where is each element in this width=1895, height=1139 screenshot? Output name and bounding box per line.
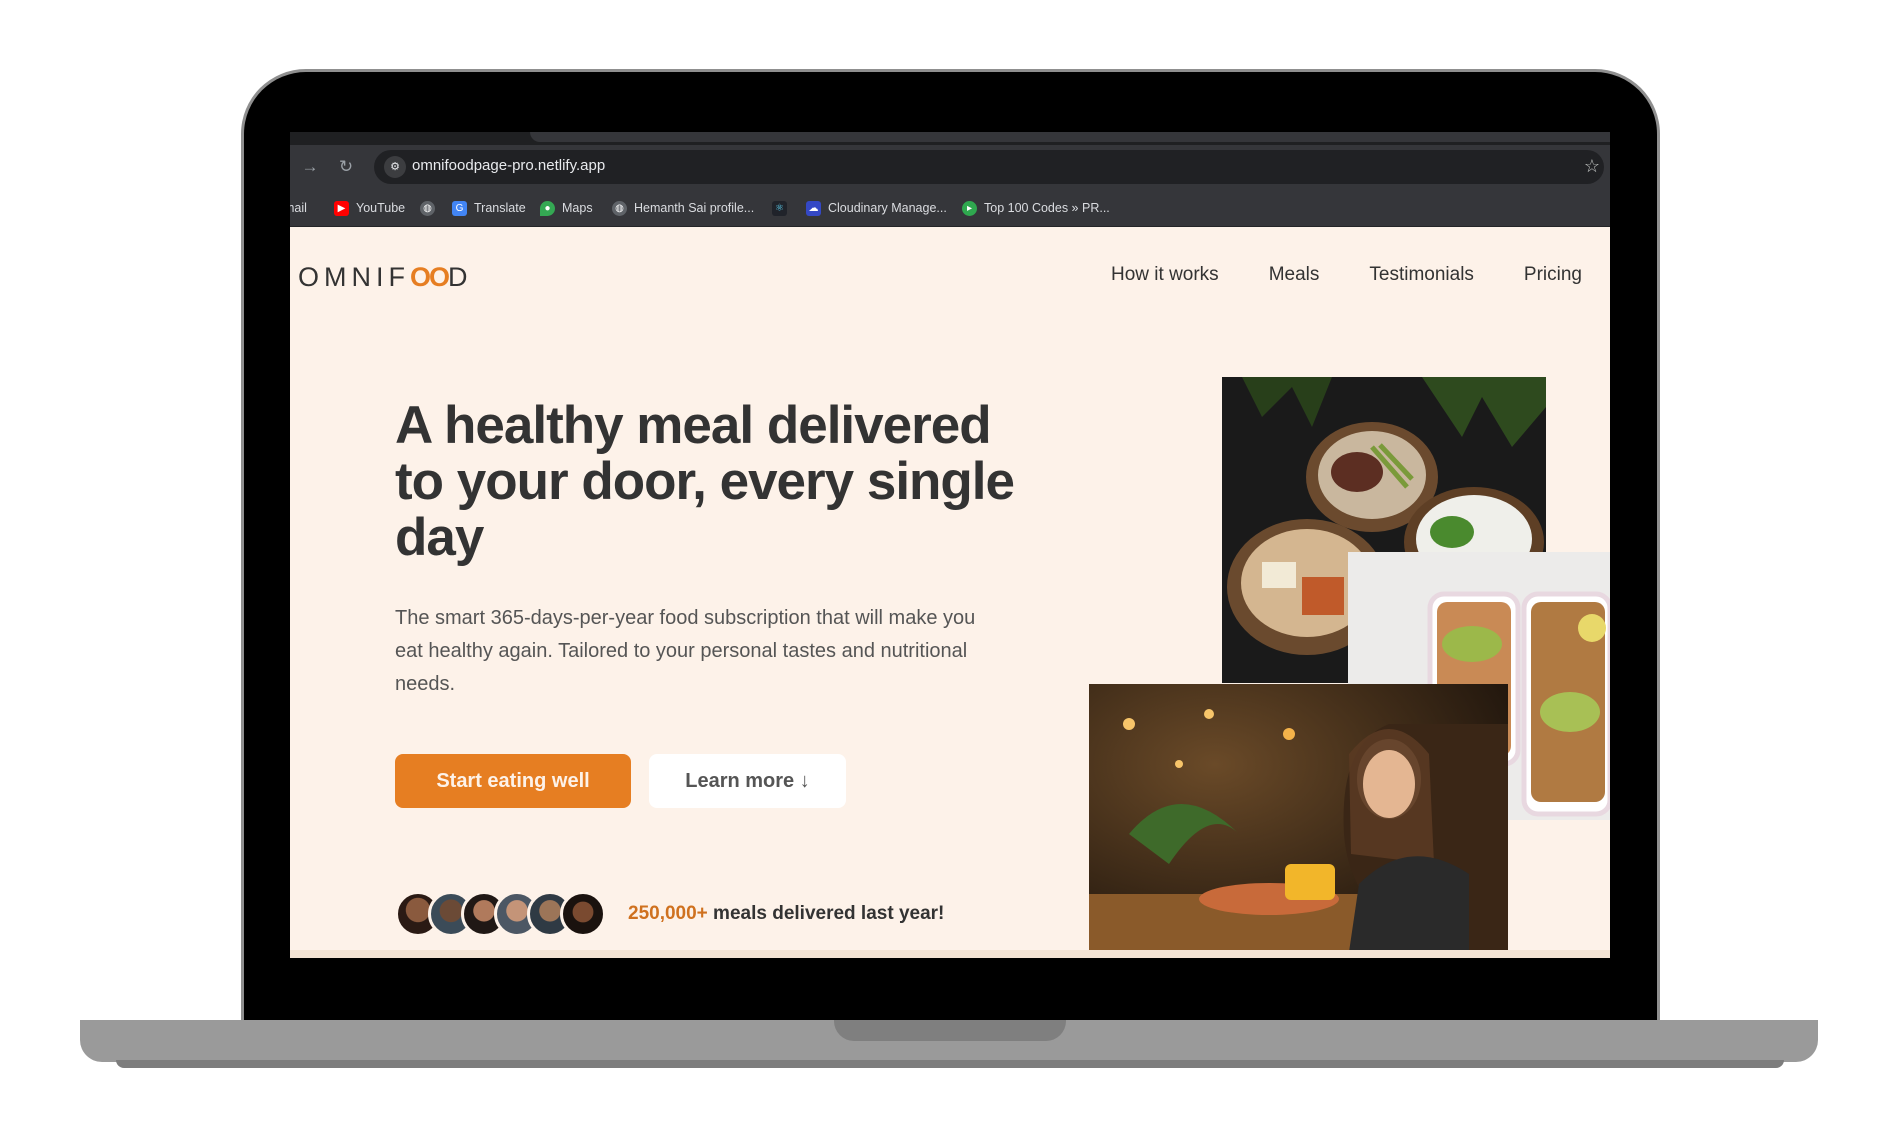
laptop-base-foot: [116, 1060, 1784, 1068]
nav-testimonials[interactable]: Testimonials: [1369, 264, 1474, 286]
learn-more-button[interactable]: Learn more ↓: [649, 754, 846, 808]
maps-icon: ●: [540, 200, 555, 216]
active-tab-edge: [530, 132, 1610, 142]
nav-pricing[interactable]: Pricing: [1524, 264, 1582, 286]
youtube-icon: ▶: [334, 200, 349, 216]
bookmark-maps[interactable]: ● Maps: [540, 199, 593, 217]
browser-toolbar: → ↻ ⚙ omnifoodpage-pro.netlify.app ☆: [290, 145, 1610, 189]
logo-text-right: D: [448, 262, 473, 292]
site-info-icon[interactable]: ⚙: [384, 156, 406, 178]
meals-delivered-count: 250,000+: [628, 903, 708, 924]
bookmark-label: Cloudinary Manage...: [828, 201, 947, 215]
code-icon: ▸: [962, 200, 977, 216]
woman-eating-illustration: [1089, 684, 1508, 952]
reload-icon[interactable]: ↻: [334, 155, 358, 179]
react-icon: ⚛: [772, 200, 787, 216]
address-bar[interactable]: ⚙ omnifoodpage-pro.netlify.app ☆: [374, 150, 1604, 184]
translate-icon: G: [452, 200, 467, 216]
bookmark-cloudinary[interactable]: ☁ Cloudinary Manage...: [806, 199, 947, 217]
globe-icon: ◍: [612, 200, 627, 216]
url-text[interactable]: omnifoodpage-pro.netlify.app: [412, 157, 605, 174]
nav-how-it-works[interactable]: How it works: [1111, 264, 1219, 286]
bookmark-label: Top 100 Codes » PR...: [984, 201, 1110, 215]
bookmark-gmail[interactable]: mail: [290, 199, 307, 217]
bookmark-youtube[interactable]: ▶ YouTube: [334, 199, 405, 217]
avatar: [560, 891, 606, 937]
laptop-notch: [834, 1020, 1066, 1041]
customer-avatars: [395, 891, 606, 941]
bookmark-label: Hemanth Sai profile...: [634, 201, 755, 215]
bookmark-hemanth[interactable]: ◍ Hemanth Sai profile...: [612, 199, 754, 217]
logo-infinity: OO: [410, 262, 450, 292]
browser-tab-strip: [290, 132, 1610, 145]
bookmark-translate[interactable]: G Translate: [452, 199, 526, 217]
bookmark-top100[interactable]: ▸ Top 100 Codes » PR...: [962, 199, 1110, 217]
globe-icon: ◍: [420, 200, 435, 216]
forward-icon[interactable]: →: [298, 155, 322, 179]
nav-meals[interactable]: Meals: [1269, 264, 1320, 286]
omnifood-logo[interactable]: OMNIFOOD: [298, 262, 473, 293]
meals-delivered-label: meals delivered last year!: [707, 903, 945, 924]
start-eating-well-button[interactable]: Start eating well: [395, 754, 631, 808]
bookmark-label: Translate: [474, 201, 526, 215]
cloudinary-icon: ☁: [806, 200, 821, 216]
bookmark-react[interactable]: ⚛: [772, 199, 794, 217]
mockup-stage: { "browser": { "url": "omnifoodpage-pro.…: [0, 0, 1895, 1139]
logo-text-left: OMNIF: [298, 262, 410, 292]
bookmark-label: YouTube: [356, 201, 406, 215]
bookmarks-bar: mail ▶ YouTube ◍ G Translate ● Maps ◍ He…: [290, 189, 1610, 227]
hero-image-woman-eating: [1089, 684, 1508, 952]
bookmark-star-icon[interactable]: ☆: [1584, 156, 1600, 177]
hero-title: A healthy meal delivered to your door, e…: [395, 396, 1015, 567]
hero-description: The smart 365-days-per-year food subscri…: [395, 607, 976, 695]
bookmark-globe[interactable]: ◍: [420, 199, 442, 217]
laptop-screen: → ↻ ⚙ omnifoodpage-pro.netlify.app ☆ mai…: [290, 132, 1610, 958]
main-nav: How it works Meals Testimonials Pricing: [1111, 264, 1582, 286]
bookmark-label: Maps: [562, 201, 593, 215]
omnifood-page: OMNIFOOD How it works Meals Testimonials…: [290, 228, 1610, 958]
bookmark-label: mail: [290, 201, 307, 215]
section-divider: [290, 950, 1610, 958]
meals-delivered-text: 250,000+ meals delivered last year!: [628, 903, 944, 925]
